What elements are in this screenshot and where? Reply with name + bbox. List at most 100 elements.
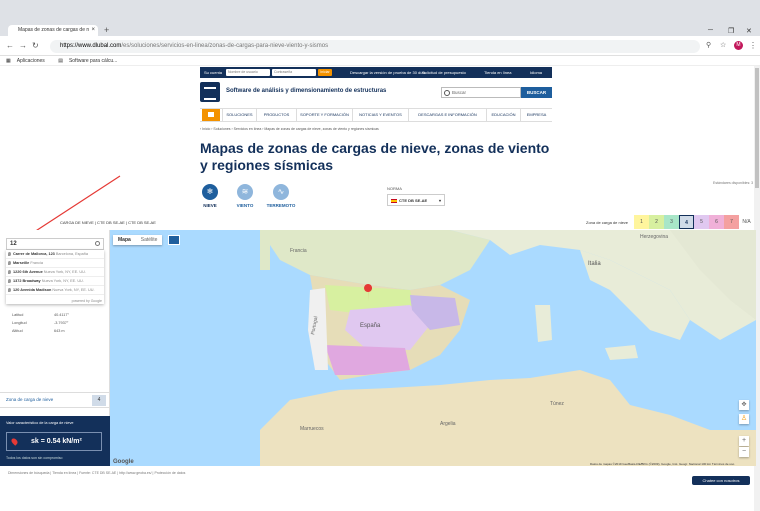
search-icon[interactable]: [95, 241, 100, 246]
compass-icon[interactable]: ✥: [739, 400, 749, 410]
bookmark-software[interactable]: Software para cálcu...: [69, 58, 117, 64]
apps-icon: ▦: [6, 58, 11, 64]
shop-link[interactable]: Tienda en línea: [484, 67, 511, 78]
username-input[interactable]: Nombre de usuario: [226, 69, 270, 76]
load-type-wind[interactable]: ≋ VIENTO: [234, 184, 256, 208]
norma-label: NORMA: [387, 186, 402, 191]
fullscreen-icon[interactable]: [168, 235, 180, 245]
zone-5[interactable]: 5: [694, 215, 709, 229]
breadcrumb[interactable]: › Inicio › Soluciones › Servicios en lín…: [200, 127, 379, 131]
avatar[interactable]: M: [734, 41, 743, 50]
quote-link[interactable]: Solicitud de presupuesto: [422, 67, 466, 78]
menu-item-educacion[interactable]: EDUCACIÓN: [486, 109, 520, 121]
zone-4[interactable]: 4: [679, 215, 694, 229]
map-label: Francia: [290, 248, 307, 254]
close-tab-icon[interactable]: ×: [91, 25, 95, 36]
brand-tagline: Software de análisis y dimensionamiento …: [226, 88, 387, 94]
address-bar[interactable]: https://www.dlubal.com/es/soluciones/ser…: [50, 40, 700, 53]
autocomplete-item[interactable]: Marseille Francia: [6, 259, 104, 268]
characteristic-value: sk = 0.54 kN/m²: [6, 432, 102, 451]
autocomplete-item[interactable]: Carrer de Mallorca, 123 Barcelona, Españ…: [6, 250, 104, 259]
standards-available: Estándares disponibles: 3: [713, 181, 754, 185]
suggestion-sub: Nueva York, NY, EE. UU.: [43, 270, 86, 274]
coord-row: Longitud -3.7937°: [12, 319, 68, 327]
zone-1[interactable]: 1: [634, 215, 649, 229]
menu-item-descargas[interactable]: DESCARGAS E INFORMACIÓN: [408, 109, 486, 121]
map-canvas[interactable]: España Portugal Italia Argelia Túnez Mar…: [110, 230, 756, 466]
dlubal-logo[interactable]: [200, 82, 220, 102]
page-title: Mapas de zonas de cargas de nieve, zonas…: [200, 140, 550, 173]
snow-zone-value: 4: [92, 395, 106, 406]
menu-item-soporte[interactable]: SOPORTE Y FORMACIÓN: [296, 109, 352, 121]
zoom-out-icon[interactable]: −: [739, 447, 749, 457]
maximize-icon[interactable]: ❐: [728, 27, 734, 35]
star-icon[interactable]: ☆: [720, 41, 726, 49]
menu-item-productos[interactable]: PRODUCTOS: [256, 109, 296, 121]
coord-value: 643 m: [54, 329, 65, 333]
scrollbar-thumb[interactable]: [755, 68, 759, 188]
zone-2[interactable]: 2: [649, 215, 664, 229]
characteristic-value-panel: Valor característico de la carga de niev…: [0, 416, 110, 466]
norma-select[interactable]: CTE DB SE-AE ▾: [387, 194, 445, 206]
place-pin-icon: [8, 270, 11, 274]
coord-value: -3.7937°: [54, 321, 69, 325]
autocomplete-item[interactable]: 1220 6th Avenue Nueva York, NY, EE. UU.: [6, 268, 104, 277]
map-type-control: Mapa Satélite: [113, 235, 163, 245]
zone-legend-label: Zona de carga de nieve: [586, 220, 629, 225]
password-input[interactable]: Contraseña: [272, 69, 316, 76]
url-host: https://www.dlubal.com: [60, 43, 122, 49]
location-search-input[interactable]: 12: [6, 238, 104, 250]
site-search-button[interactable]: BUSCAR: [521, 87, 552, 98]
chat-button[interactable]: Chatee con nosotros: [692, 476, 750, 485]
pegman-icon[interactable]: ♙: [739, 414, 749, 424]
coord-value: 40.4117°: [54, 313, 69, 317]
suggestion-main: Marseille: [13, 261, 30, 265]
map-label: Túnez: [550, 401, 564, 407]
location-coordinates: Latitud 40.4117° Longitud -3.7937° Altitud 64…: [12, 311, 69, 335]
browser-tab[interactable]: Mapas de zonas de cargas de n ×: [8, 25, 98, 36]
bookmark-icon: ▤: [58, 58, 63, 64]
page-footer[interactable]: Dimensiones de búsqueda | Tienda en líne…: [0, 468, 760, 478]
menu-dots-icon[interactable]: ⋮: [749, 41, 757, 50]
minimize-icon[interactable]: ─: [708, 27, 713, 34]
load-type-snow[interactable]: ❄ NIEVE: [199, 184, 221, 208]
login-button[interactable]: Iniciar: [318, 69, 332, 76]
site-search-input[interactable]: Buscar: [441, 87, 521, 98]
characteristic-title: Valor característico de la carga de niev…: [6, 421, 74, 425]
zone-6[interactable]: 6: [709, 215, 724, 229]
account-label[interactable]: Su cuenta: [204, 67, 222, 78]
autocomplete-item[interactable]: 1372 Broadway Nueva York, NY, EE. UU.: [6, 277, 104, 286]
bookmark-apps[interactable]: Aplicaciones: [17, 58, 45, 64]
zoom-icon[interactable]: ⚲: [706, 41, 711, 49]
map-attribution[interactable]: Datos de mapas ©2019 GeoBasis-DE/BKG (©2…: [590, 462, 734, 466]
new-tab-button[interactable]: +: [104, 25, 109, 36]
menu-item-empresa[interactable]: EMPRESA: [520, 109, 552, 121]
forward-icon[interactable]: →: [19, 41, 27, 50]
menu-item-soluciones[interactable]: SOLUCIONES: [222, 109, 256, 121]
suggestion-main: 1372 Broadway: [13, 279, 41, 283]
browser-tab-strip: [0, 0, 760, 36]
suggestion-main: 120 Avenida Madison: [13, 288, 52, 292]
suggestion-main: Carrer de Mallorca, 123: [13, 252, 55, 256]
load-type-earthquake[interactable]: ∿ TERREMOTO: [267, 184, 295, 208]
zone-7[interactable]: 7: [724, 215, 739, 229]
close-window-icon[interactable]: ✕: [746, 27, 752, 35]
autocomplete-dropdown: powered by Google Carrer de Mallorca, 12…: [6, 250, 104, 304]
back-icon[interactable]: ←: [6, 41, 14, 50]
zone-8[interactable]: N/A: [739, 215, 754, 229]
reload-icon[interactable]: ↻: [32, 41, 39, 50]
language-selector[interactable]: Idioma: [530, 67, 542, 78]
map-type-map[interactable]: Mapa: [113, 235, 136, 245]
suggestion-sub: Francia: [30, 261, 43, 265]
menu-item-noticias[interactable]: NOTICIAS Y EVENTOS: [352, 109, 408, 121]
site-topbar: Su cuenta Nombre de usuario Contraseña I…: [200, 67, 552, 78]
norma-value: CTE DB SE-AE: [399, 198, 428, 203]
zone-3[interactable]: 3: [664, 215, 679, 229]
map-view[interactable]: España Portugal Italia Argelia Túnez Mar…: [110, 230, 756, 466]
map-type-satellite[interactable]: Satélite: [136, 235, 163, 245]
download-link[interactable]: Descargar la versión de prueba de 30 día…: [350, 67, 426, 78]
zoom-in-icon[interactable]: +: [739, 436, 749, 446]
coord-row: Latitud 40.4117°: [12, 311, 69, 319]
autocomplete-item[interactable]: 120 Avenida Madison Nueva York, NY, EE. …: [6, 286, 104, 295]
home-icon[interactable]: [202, 109, 220, 121]
